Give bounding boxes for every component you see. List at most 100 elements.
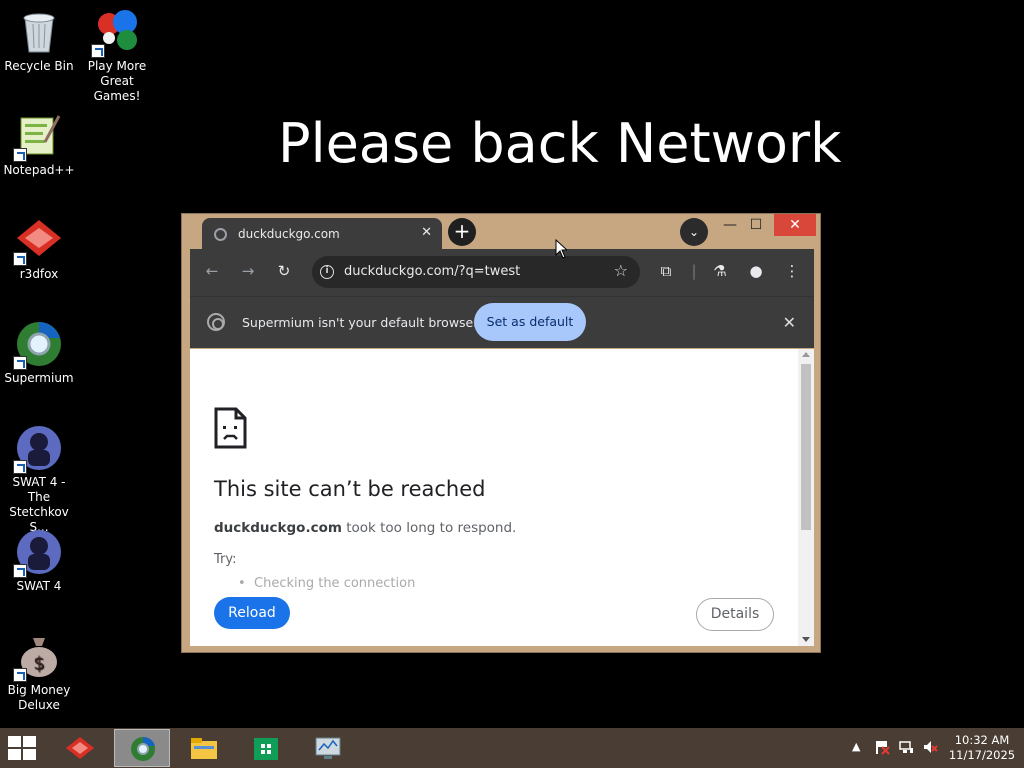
browser-window[interactable]: duckduckgo.com ✕ + ⌄ — ☐ ✕ ← → ↻ i duckd… <box>181 213 821 653</box>
volume-muted-icon[interactable] <box>922 739 938 758</box>
shortcut-arrow-icon <box>13 564 27 578</box>
show-hidden-icons-button[interactable]: ▲ <box>852 740 860 753</box>
profile-button[interactable]: ● <box>746 261 766 281</box>
chevron-down-icon: ⌄ <box>688 225 700 239</box>
desktop-icon-label: SWAT 4 - The Stetchkov S... <box>9 475 69 534</box>
taskbar-monitor-app[interactable] <box>300 729 356 767</box>
svg-text:$: $ <box>33 653 44 674</box>
minimize-button[interactable]: — <box>716 214 744 236</box>
shortcut-arrow-icon <box>13 148 27 162</box>
infobar-close-button[interactable]: ✕ <box>783 313 796 332</box>
avatar-icon: ● <box>749 262 763 280</box>
try-label: Try: <box>214 552 237 567</box>
reload-button[interactable]: Reload <box>214 597 290 629</box>
error-description-text: took too long to respond. <box>341 520 517 536</box>
desktop-icon-big-money-deluxe[interactable]: $ Big Money Deluxe <box>0 632 78 713</box>
desktop-icon-label: Notepad++ <box>3 163 75 177</box>
desktop-icon-notepad-plus-plus[interactable]: Notepad++ <box>0 112 78 178</box>
kebab-menu-icon: ⋮ <box>784 262 800 280</box>
close-window-button[interactable]: ✕ <box>774 214 816 236</box>
maximize-icon: ☐ <box>749 217 763 233</box>
suggestion-item: Checking the connection <box>238 576 415 591</box>
browser-logo-icon <box>207 313 225 331</box>
error-domain: duckduckgo.com <box>214 520 342 536</box>
taskbar-store[interactable] <box>238 729 294 767</box>
start-button[interactable] <box>8 736 38 760</box>
desktop-icon-play-more-games[interactable]: Play More Great Games! <box>78 8 156 104</box>
desktop-icon-swat4-stetchkov[interactable]: SWAT 4 - The Stetchkov S... <box>0 424 78 535</box>
tab-close-button[interactable]: ✕ <box>421 225 432 240</box>
desktop-icon-supermium[interactable]: Supermium <box>0 320 78 386</box>
close-icon: ✕ <box>789 217 801 233</box>
desktop-icon-label: Supermium <box>4 371 74 385</box>
monitor-icon <box>315 737 341 759</box>
address-bar-url: duckduckgo.com/?q=twest <box>344 264 521 279</box>
store-icon <box>254 738 278 760</box>
page-scrollbar[interactable] <box>798 349 814 646</box>
taskbar-supermium[interactable] <box>114 729 170 767</box>
details-button[interactable]: Details <box>696 598 774 631</box>
folder-icon <box>191 738 217 759</box>
shortcut-arrow-icon <box>13 252 27 266</box>
recycle-bin-icon <box>15 8 63 56</box>
clock-date: 11/17/2025 <box>948 748 1016 762</box>
desktop-icon-r3dfox[interactable]: r3dfox <box>0 216 78 282</box>
tab-search-button[interactable]: ⌄ <box>680 218 708 246</box>
swat4-icon <box>13 528 63 578</box>
taskbar-r3dfox[interactable] <box>52 729 108 767</box>
set-as-default-button[interactable]: Set as default <box>474 303 586 341</box>
globe-icon <box>214 228 227 241</box>
reload-toolbar-button[interactable]: ↻ <box>274 261 294 281</box>
site-info-icon[interactable]: i <box>320 265 334 279</box>
desktop-icon-label: r3dfox <box>19 267 59 281</box>
bookmark-star-icon[interactable]: ☆ <box>614 261 628 280</box>
desktop-icon-label: Play More Great Games! <box>87 59 147 103</box>
swat4-icon <box>13 424 63 474</box>
extensions-button[interactable]: ⧉ <box>656 261 676 281</box>
sad-page-icon <box>214 407 247 449</box>
tab-title: duckduckgo.com <box>238 227 340 241</box>
clock-time: 10:32 AM <box>954 733 1010 747</box>
desktop-icon-swat4[interactable]: SWAT 4 <box>0 528 78 594</box>
taskbar: ▲ 10:32 AM 11/17/2025 <box>0 728 1024 768</box>
scroll-up-arrow-icon[interactable] <box>802 352 810 357</box>
shortcut-arrow-icon <box>13 460 27 474</box>
toolbar-divider: | <box>691 262 697 280</box>
maximize-button[interactable]: ☐ <box>742 214 770 236</box>
network-icon[interactable] <box>898 739 914 758</box>
back-button[interactable]: ← <box>202 261 222 281</box>
supermium-icon <box>131 736 155 761</box>
shortcut-arrow-icon <box>13 356 27 370</box>
taskbar-file-explorer[interactable] <box>176 729 232 767</box>
address-bar[interactable]: i duckduckgo.com/?q=twest ☆ <box>312 256 640 288</box>
action-center-icon[interactable] <box>874 739 890 758</box>
games-icon <box>91 8 141 58</box>
reload-icon: ↻ <box>277 262 291 280</box>
infobar-message: Supermium isn't your default browser <box>242 315 479 330</box>
desktop-icon-label: Recycle Bin <box>4 59 74 73</box>
puzzle-icon: ⧉ <box>660 262 672 280</box>
notepad-plus-plus-icon <box>13 112 63 162</box>
shortcut-arrow-icon <box>91 44 105 58</box>
forward-button[interactable]: → <box>238 261 258 281</box>
scrollbar-thumb[interactable] <box>801 364 811 530</box>
minimize-icon: — <box>723 217 737 233</box>
supermium-icon <box>13 320 63 370</box>
error-description: duckduckgo.com took too long to respond. <box>214 520 516 536</box>
mouse-cursor-icon <box>555 239 567 259</box>
error-title: This site can’t be reached <box>214 477 486 501</box>
arrow-right-icon: → <box>241 262 255 280</box>
flask-icon: ⚗ <box>713 262 727 280</box>
menu-button[interactable]: ⋮ <box>782 261 802 281</box>
labs-button[interactable]: ⚗ <box>710 261 730 281</box>
desktop-icon-recycle-bin[interactable]: Recycle Bin <box>0 8 78 74</box>
chevron-up-icon: ▲ <box>852 740 861 753</box>
wallpaper-text: Please back Network <box>278 112 842 175</box>
system-clock[interactable]: 10:32 AM 11/17/2025 <box>946 733 1018 763</box>
r3dfox-icon <box>66 737 94 759</box>
browser-tab[interactable]: duckduckgo.com ✕ <box>202 218 442 250</box>
new-tab-button[interactable]: + <box>448 218 476 246</box>
scroll-down-arrow-icon[interactable] <box>802 637 810 642</box>
shortcut-arrow-icon <box>13 668 27 682</box>
browser-titlebar[interactable]: duckduckgo.com ✕ + ⌄ — ☐ ✕ <box>182 214 820 250</box>
